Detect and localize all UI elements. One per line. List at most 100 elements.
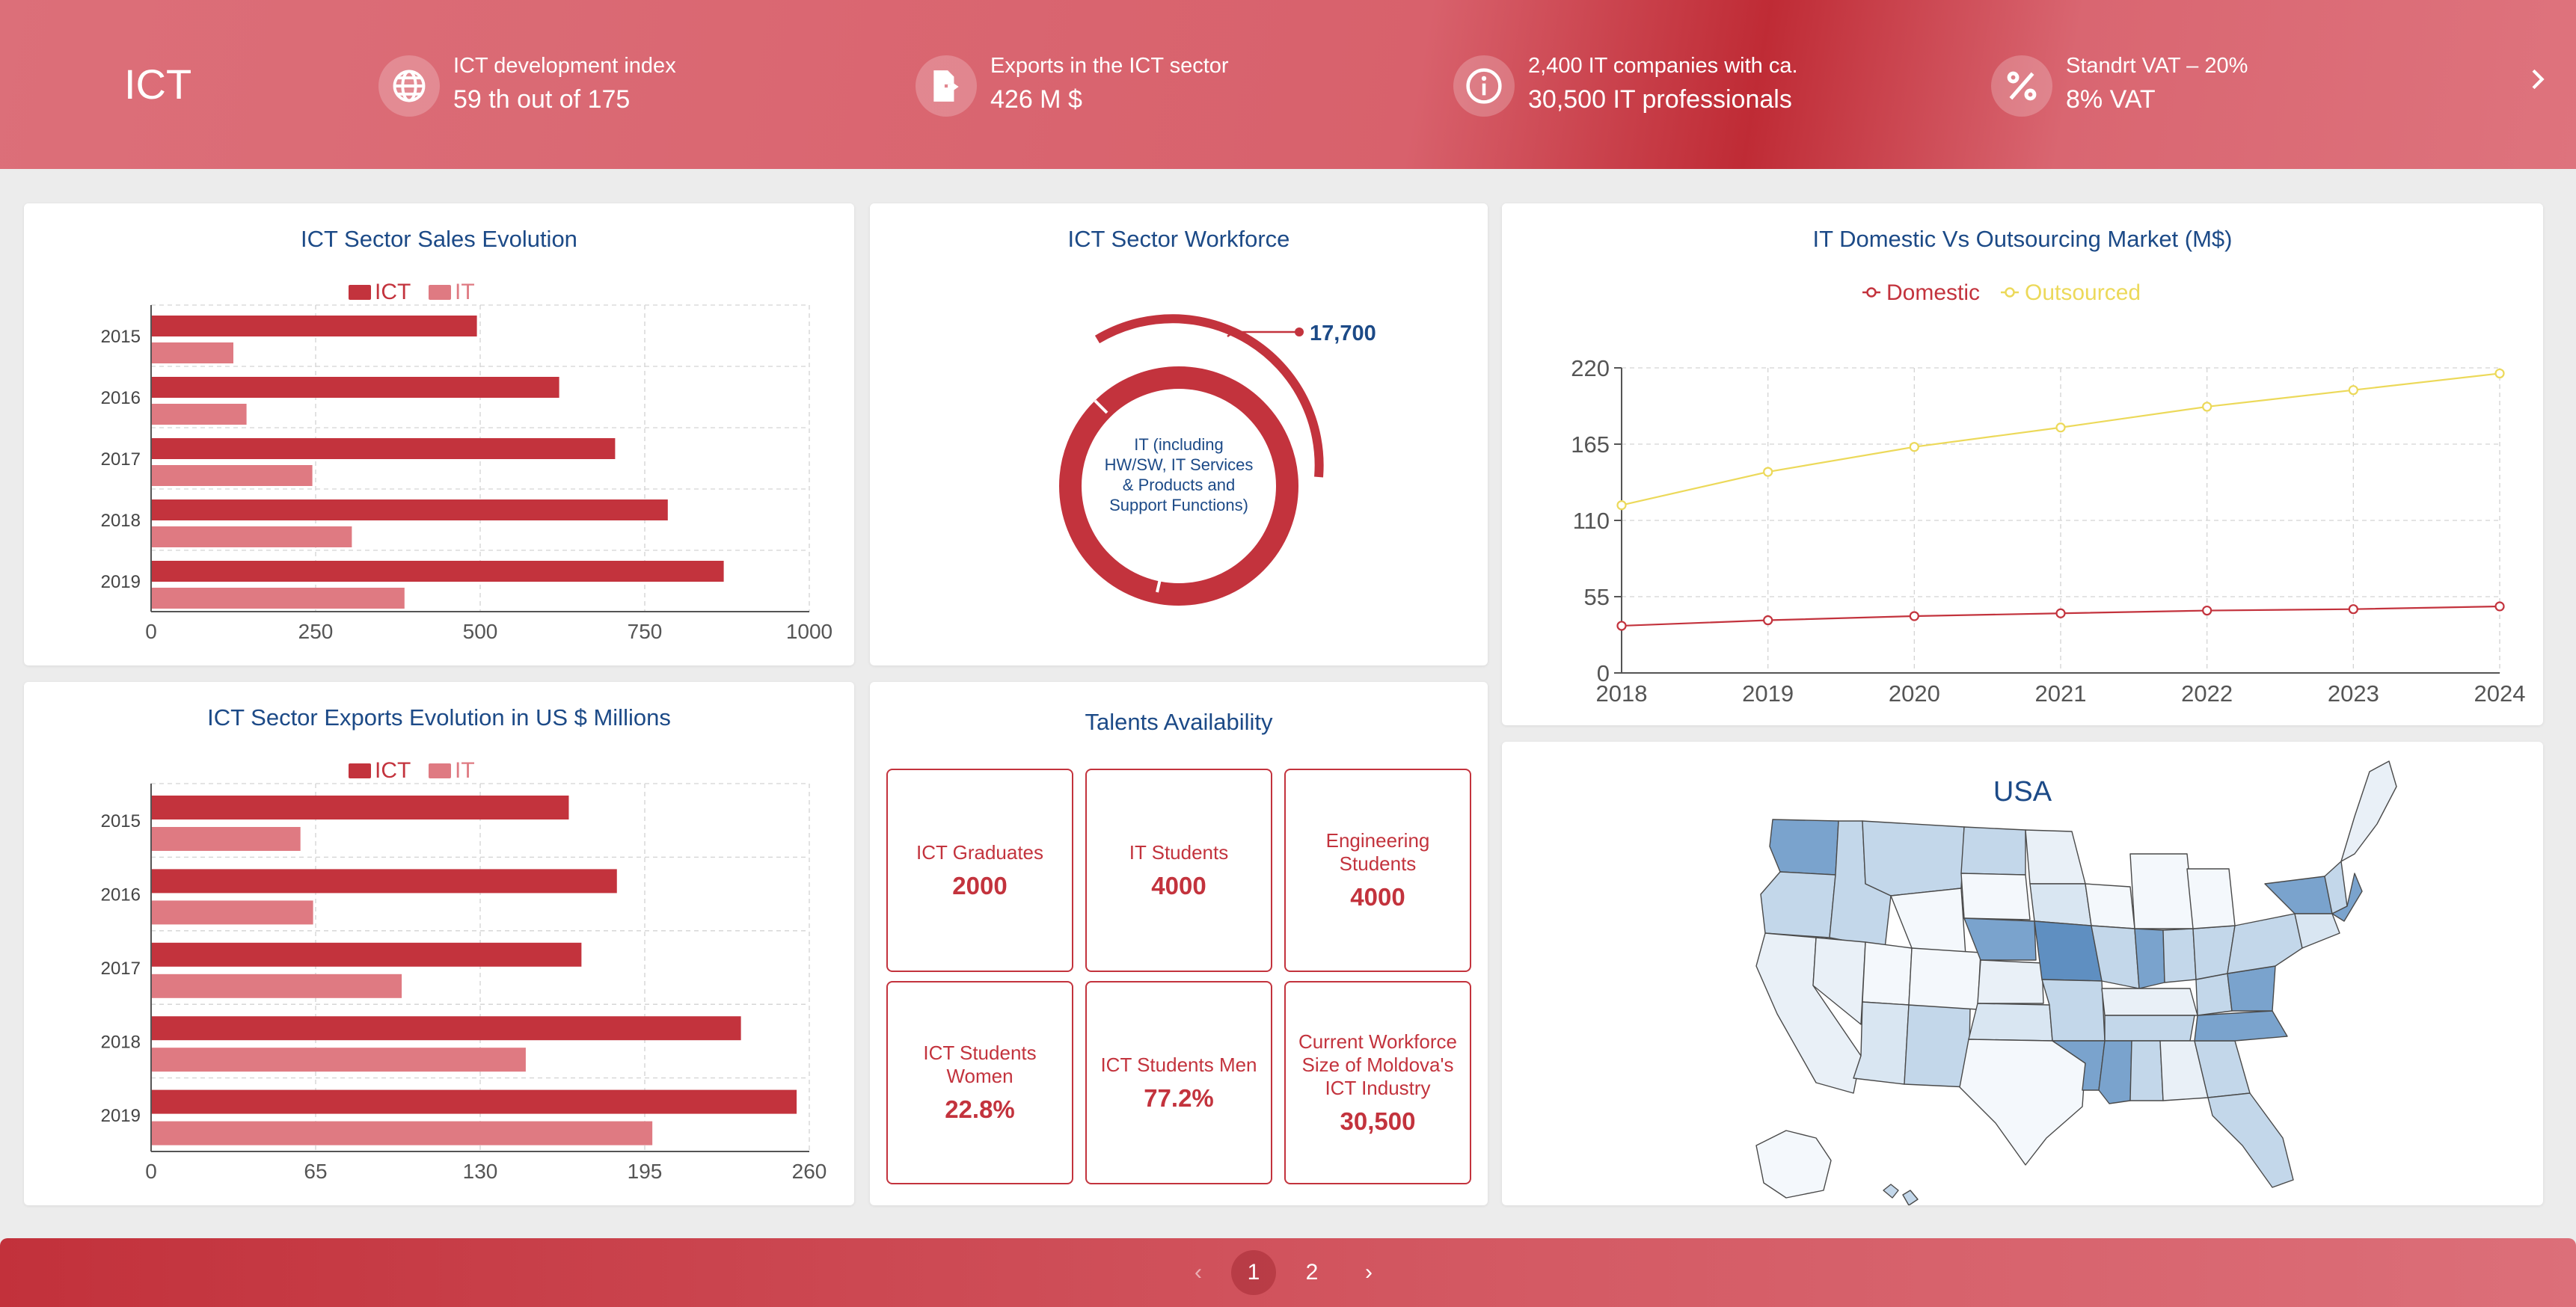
pagination-prev-button[interactable]: ‹ [1176,1250,1221,1295]
map-state[interactable] [1890,888,1966,956]
y-tick-label: 2017 [101,959,141,979]
chart-legend[interactable]: ICT IT [349,280,475,304]
map-state[interactable] [2294,913,2340,949]
talent-tile-workforce: Current Workforce Size of Moldova's ICT … [1284,981,1471,1184]
map-state[interactable] [1755,1130,1832,1199]
legend-swatch-ict [349,763,371,778]
map-state[interactable] [1959,1039,2086,1166]
y-tick-label: 0 [1597,660,1610,686]
map-state[interactable] [1904,1004,1971,1088]
map-state[interactable] [2041,979,2106,1042]
map-state[interactable] [2129,1040,2164,1101]
bar [151,827,301,851]
data-point [1909,442,1919,452]
data-point [2348,604,2358,615]
map-state[interactable] [1883,1184,1899,1199]
talent-tile-engineering: Engineering Students 4000 [1284,769,1471,972]
tile-label: IT Students [1129,840,1229,864]
data-point [2494,368,2505,379]
map-state[interactable] [1960,826,2026,876]
x-tick-label: 2020 [1889,680,1940,707]
bar [151,377,559,398]
map-state[interactable] [1960,873,2031,920]
map-state[interactable] [2025,829,2086,885]
tile-value: 4000 [1151,871,1206,899]
chevron-right-icon[interactable] [2522,64,2552,94]
donut-center-label: Support Functions) [1109,496,1248,514]
pagination-next-button[interactable]: › [1346,1250,1391,1295]
donut-center-label: IT (including [1134,435,1223,454]
x-tick-label: 500 [463,620,498,643]
map-state[interactable] [1977,959,2044,1004]
y-tick-label: 2015 [101,327,141,347]
kpi-label: ICT development index [453,54,676,78]
map-state[interactable] [2029,883,2092,926]
data-point [2494,601,2505,612]
map-state[interactable] [2104,1015,2195,1042]
map-state[interactable] [2194,1010,2288,1042]
legend-label-outsourced: Outsourced [2025,280,2141,305]
map-state[interactable] [2340,760,2397,862]
callout-dot [1295,327,1304,336]
map-state[interactable] [1968,1003,2053,1042]
map-state[interactable] [2207,1092,2294,1188]
map-state[interactable] [2186,868,2236,929]
map-state[interactable] [1908,947,1981,1010]
chart-legend[interactable]: ICT IT [349,758,475,783]
bar [151,465,313,486]
data-point [1616,500,1627,511]
legend-marker-outsourced [2005,287,2015,298]
talent-tile-ict-graduates: ICT Graduates 2000 [886,769,1073,972]
data-point [2202,402,2212,412]
map-state[interactable] [2195,973,2233,1016]
x-tick-label: 65 [304,1160,327,1183]
sales-bar-chart: ICT IT 0 250 500 750 1000 2015 2016 2017 2018 201… [101,280,833,643]
legend-swatch-ict [349,285,371,300]
x-tick-label: 2024 [2474,680,2526,707]
tile-value: 2000 [952,871,1008,899]
tile-value: 22.8% [945,1095,1015,1123]
x-tick-label: 2022 [2181,680,2233,707]
map-state[interactable] [2101,988,2198,1016]
talents-card: Talents Availability ICT Graduates 2000 … [870,682,1488,1205]
x-tick-label: 1000 [786,620,832,643]
donut-center-label: & Products and [1123,476,1235,494]
x-tick-label: 195 [628,1160,663,1183]
map-state[interactable] [2129,853,2195,929]
tile-label: ICT Students Men [1100,1053,1257,1076]
bar [151,1048,526,1072]
map-state[interactable] [1769,819,1839,876]
y-tick-label: 220 [1571,355,1610,381]
bar [151,526,352,547]
pagination-page-2[interactable]: 2 [1289,1250,1334,1295]
tile-value: 4000 [1350,883,1405,911]
x-tick-label: 0 [145,620,157,643]
tile-value: 77.2% [1144,1083,1214,1112]
map-state[interactable] [1862,941,1913,1006]
map-state[interactable] [2085,883,2135,929]
pagination-page-1[interactable]: 1 [1231,1250,1276,1295]
map-state[interactable] [2162,928,2197,983]
bar [151,1121,653,1145]
chart-legend[interactable]: Domestic Outsourced [1862,280,2141,305]
y-tick-label: 2015 [101,811,141,831]
map-state[interactable] [1760,871,1836,938]
legend-label-it: IT [455,280,475,304]
map-state[interactable] [1853,1001,1910,1085]
data-point [2348,385,2358,396]
x-tick-label: 0 [145,1160,157,1183]
percent-icon [1991,55,2052,117]
legend-label-it: IT [455,758,475,783]
map-state[interactable] [2264,876,2333,914]
map-state[interactable] [2134,928,2165,989]
top-banner: ICT ICT development index 59 th out of 1… [0,0,2576,169]
map-state[interactable] [2098,1040,2132,1104]
bar [151,404,247,425]
x-tick-label: 130 [463,1160,498,1183]
map-state[interactable] [2227,913,2303,974]
bar [151,1089,797,1114]
data-point [2202,605,2212,616]
map-state[interactable] [1862,820,1965,897]
usa-choropleth-map[interactable] [1502,742,2543,1205]
map-state[interactable] [1902,1190,1919,1205]
